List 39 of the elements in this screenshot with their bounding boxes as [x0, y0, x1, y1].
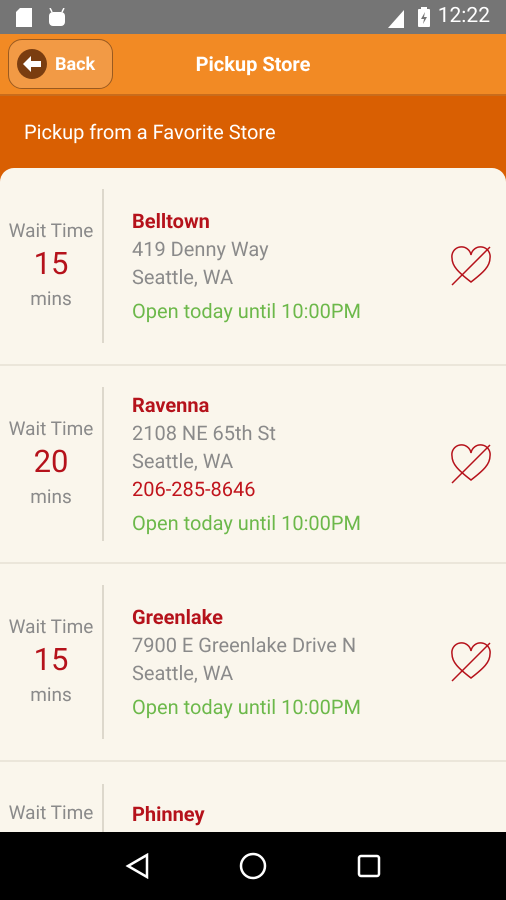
- unfavorite-heart-icon[interactable]: [450, 642, 492, 682]
- phone-link[interactable]: 206-285-8646: [132, 475, 450, 503]
- section-title: Pickup from a Favorite Store: [24, 119, 276, 146]
- store-name: Belltown: [132, 208, 211, 235]
- back-icon[interactable]: [125, 853, 149, 879]
- store-address-line: Seattle, WA: [132, 264, 234, 291]
- store-hours: Open today until 10:00PM: [132, 694, 362, 721]
- store-address-line: Seattle, WA: [132, 448, 234, 475]
- store-address-line: 2108 NE 65th St: [132, 420, 277, 447]
- home-icon[interactable]: [239, 852, 267, 880]
- store-address-line: Seattle, WA: [132, 660, 234, 687]
- wait-time-value: 15: [34, 244, 68, 284]
- android-icon: [48, 8, 66, 26]
- wait-time-label: Wait Time: [8, 800, 94, 826]
- store-hours: Open today until 10:00PM: [132, 510, 362, 537]
- wait-time-label: Wait Time: [8, 614, 94, 640]
- wait-time-unit: mins: [30, 484, 72, 510]
- wait-time-label: Wait Time: [8, 416, 94, 442]
- store-card[interactable]: Wait Time 15 mins Greenlake 7900 E Greenlake Drive N Seattle, WA Open today until 10:00PM: [0, 564, 506, 762]
- unfavorite-heart-icon[interactable]: [450, 444, 492, 484]
- wait-time-unit: mins: [30, 682, 72, 708]
- battery-icon: [418, 7, 430, 27]
- store-card[interactable]: Wait Time 20 mins Ravenna 2108 NE 65th St Seattle, WA 206-285-8646 Open today until 10:00PM: [0, 366, 506, 564]
- store-card[interactable]: Wait Time 15 mins Belltown 419 Denny Way Seattle, WA Open today until 10:00PM: [0, 168, 506, 366]
- screen-title: Pickup Store: [196, 51, 310, 78]
- unfavorite-heart-icon[interactable]: [450, 246, 492, 286]
- store-hours: Open today until 10:00PM: [132, 298, 362, 325]
- store-name: Greenlake: [132, 604, 224, 631]
- clock-time: 12:22: [438, 3, 490, 30]
- store-address-line: 419 Denny Way: [132, 236, 270, 263]
- store-name: Phinney: [132, 801, 206, 828]
- store-name: Ravenna: [132, 392, 210, 419]
- wait-time-unit: mins: [30, 286, 72, 312]
- wait-time-value: 20: [34, 442, 68, 482]
- wait-time-value: 15: [34, 640, 68, 680]
- wait-time-label: Wait Time: [8, 218, 94, 244]
- sd-card-icon: [16, 8, 32, 26]
- recent-apps-icon[interactable]: [357, 854, 381, 878]
- store-address-line: 7900 E Greenlake Drive N: [132, 632, 358, 659]
